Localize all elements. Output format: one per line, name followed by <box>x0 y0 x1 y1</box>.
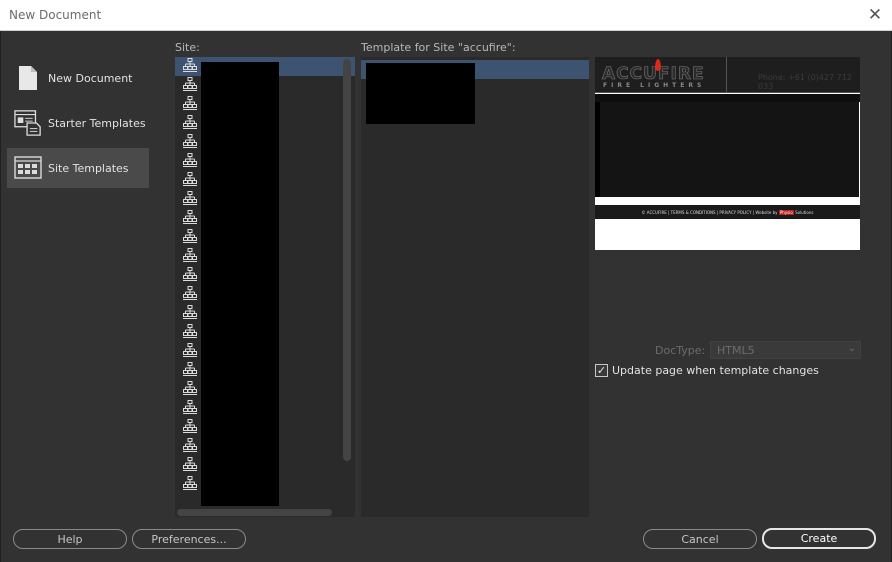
starter-templates-icon <box>14 109 42 137</box>
site-tree-icon <box>183 400 197 417</box>
site-tree-icon <box>183 153 197 170</box>
site-tree-icon <box>183 248 197 265</box>
site-tree-icon <box>183 267 197 284</box>
site-tree-icon <box>183 324 197 341</box>
category-nav: New Document Starter Templates Site Temp… <box>7 58 149 193</box>
nav-item-label: New Document <box>48 71 133 85</box>
site-list-label: Site: <box>175 41 200 54</box>
site-tree-icon <box>183 381 197 398</box>
preview-logo: ACCUFIRE <box>602 64 705 85</box>
redacted-template-name <box>366 63 475 124</box>
close-icon: ✕ <box>867 5 883 25</box>
doctype-value: HTML5 <box>717 344 755 357</box>
document-icon <box>14 64 42 92</box>
preview-footer-text: © ACCUFIRE | TERMS & CONDITIONS | PRIVAC… <box>641 209 814 215</box>
title-bar: New Document ✕ <box>0 0 892 31</box>
window-title: New Document <box>9 8 102 22</box>
help-button[interactable]: Help <box>13 529 127 549</box>
chevron-down-icon: ⌄ <box>847 343 856 354</box>
preview-logo-subtext: FIRE LIGHTERS <box>603 82 706 89</box>
template-preview: ACCUFIRE FIRE LIGHTERS Phone: +61 (0)427… <box>595 57 860 250</box>
site-tree-icon <box>183 77 197 94</box>
site-tree-icon <box>183 134 197 151</box>
site-tree-icon <box>183 419 197 436</box>
site-list-vertical-scrollbar[interactable] <box>343 59 351 461</box>
nav-item-label: Site Templates <box>48 161 129 175</box>
site-templates-icon <box>14 154 42 182</box>
site-tree-icon <box>183 96 197 113</box>
doctype-select[interactable]: HTML5 ⌄ <box>710 341 861 359</box>
cancel-button[interactable]: Cancel <box>643 529 757 549</box>
preview-body <box>600 102 859 197</box>
checkmark-icon: ✓ <box>596 364 607 377</box>
update-page-label: Update page when template changes <box>612 364 819 377</box>
doctype-label: DocType: <box>655 344 706 357</box>
update-page-option[interactable]: ✓ Update page when template changes <box>595 364 819 377</box>
site-tree-icon <box>183 343 197 360</box>
update-page-checkbox[interactable]: ✓ <box>595 364 608 377</box>
nav-item-label: Starter Templates <box>48 116 146 130</box>
site-tree-icon <box>183 191 197 208</box>
site-tree-icon <box>183 210 197 227</box>
site-tree-icon <box>183 362 197 379</box>
close-button[interactable]: ✕ <box>858 0 892 31</box>
redacted-site-names <box>201 62 279 506</box>
preview-nav-bar <box>595 94 860 102</box>
site-tree-icon <box>183 305 197 322</box>
preview-header: ACCUFIRE FIRE LIGHTERS Phone: +61 (0)427… <box>595 57 860 93</box>
new-document-dialog: New Document Starter Templates Site Temp… <box>0 31 892 562</box>
site-tree-icon <box>183 229 197 246</box>
site-tree-icon <box>183 457 197 474</box>
preview-footer: © ACCUFIRE | TERMS & CONDITIONS | PRIVAC… <box>595 205 860 219</box>
site-tree-icon <box>183 476 197 493</box>
site-tree-icon <box>183 58 197 75</box>
create-button[interactable]: Create <box>762 528 876 549</box>
site-tree-icon <box>183 115 197 132</box>
preview-header-divider <box>726 57 727 93</box>
preview-footer-badge: Physio <box>778 209 794 215</box>
site-tree-icon <box>183 286 197 303</box>
template-list[interactable] <box>361 57 589 517</box>
nav-item-new-document[interactable]: New Document <box>7 58 149 98</box>
template-list-label: Template for Site "accufire": <box>361 41 516 54</box>
site-list-horizontal-scrollbar[interactable] <box>177 509 332 516</box>
nav-item-site-templates[interactable]: Site Templates <box>7 148 149 188</box>
site-list[interactable] <box>175 57 355 517</box>
site-tree-icon <box>183 438 197 455</box>
flame-icon <box>655 59 661 71</box>
preferences-button[interactable]: Preferences... <box>132 529 246 549</box>
nav-item-starter-templates[interactable]: Starter Templates <box>7 103 149 143</box>
site-tree-icon <box>183 172 197 189</box>
preview-phone: Phone: +61 (0)427 712 033 <box>758 73 852 91</box>
